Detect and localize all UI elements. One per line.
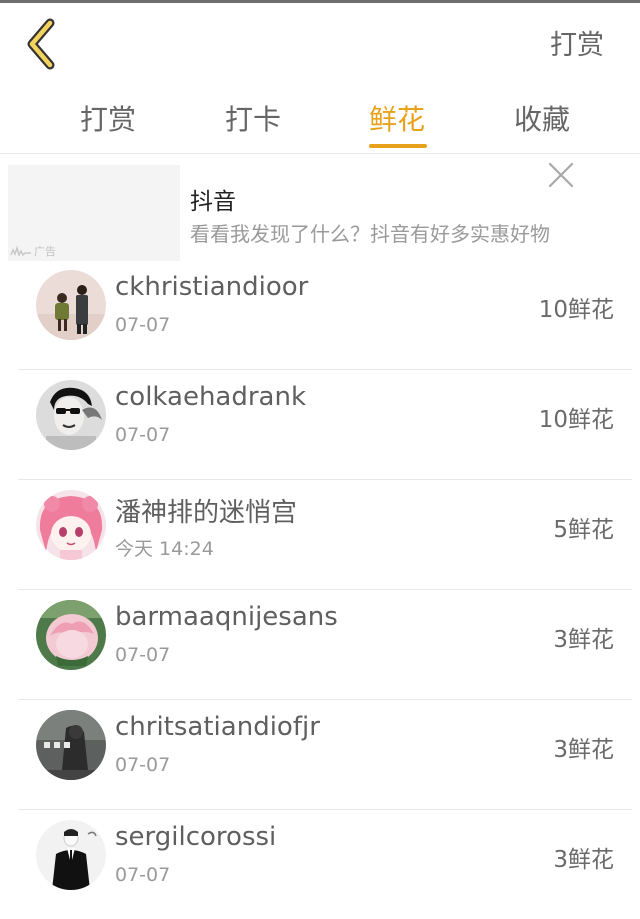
ad-tag: 广告 [10,243,56,259]
avatar[interactable] [36,490,106,560]
header: 打赏 [0,3,640,83]
list-item[interactable]: chritsatiandiofjr 07-07 3鲜花 [18,700,632,810]
list-item[interactable]: 潘神排的迷悄宫 今天 14:24 5鲜花 [18,480,632,590]
close-icon [548,162,574,188]
flower-count: 3鲜花 [553,847,614,873]
timestamp: 07-07 [115,754,171,776]
flower-count: 5鲜花 [553,517,614,543]
avatar[interactable] [36,600,106,670]
tab-flowers[interactable]: 鲜花 [369,98,425,138]
user-name: chritsatiandiofjr [115,712,320,742]
avatar[interactable] [36,380,106,450]
user-name: ckhristiandioor [115,272,309,302]
list-item[interactable]: barmaaqnijesans 07-07 3鲜花 [18,590,632,700]
avatar[interactable] [36,270,106,340]
header-reward-button[interactable]: 打赏 [550,23,604,62]
flower-count: 10鲜花 [538,297,614,323]
user-name: 潘神排的迷悄宫 [115,498,298,528]
back-arrow-icon [27,18,55,70]
list-item[interactable]: sergilcorossi 07-07 3鲜花 [18,810,632,919]
avatar[interactable] [36,820,106,890]
flower-count: 3鲜花 [553,627,614,653]
list-item[interactable]: ckhristiandioor 07-07 10鲜花 [18,260,632,370]
ad-title: 抖音 [190,189,236,215]
timestamp: 07-07 [115,644,171,666]
active-tab-indicator [369,144,427,148]
back-button[interactable] [22,17,66,71]
avatar[interactable] [36,710,106,780]
flower-count: 3鲜花 [553,737,614,763]
user-name: colkaehadrank [115,382,307,412]
timestamp: 07-07 [115,864,171,886]
tab-checkin[interactable]: 打卡 [225,98,281,138]
flower-list: ckhristiandioor 07-07 10鲜花 colkaehadrank… [0,260,640,919]
flower-count: 10鲜花 [538,407,614,433]
timestamp: 07-07 [115,424,171,446]
list-item[interactable]: colkaehadrank 07-07 10鲜花 [18,370,632,480]
timestamp: 今天 14:24 [115,538,214,560]
ad-banner[interactable]: 抖音 看看我发现了什么？抖音有好多实惠好物 [0,155,640,261]
ad-description: 看看我发现了什么？抖音有好多实惠好物 [190,222,550,246]
ad-close-button[interactable] [548,162,574,188]
tab-bar: 打赏 打卡 鲜花 收藏 [0,90,640,154]
ad-wave-icon [10,246,31,256]
tab-favorites[interactable]: 收藏 [514,98,570,138]
user-name: barmaaqnijesans [115,602,338,632]
user-name: sergilcorossi [115,822,277,852]
timestamp: 07-07 [115,314,171,336]
tab-reward[interactable]: 打赏 [80,98,136,138]
ad-tag-label: 广告 [34,245,56,258]
